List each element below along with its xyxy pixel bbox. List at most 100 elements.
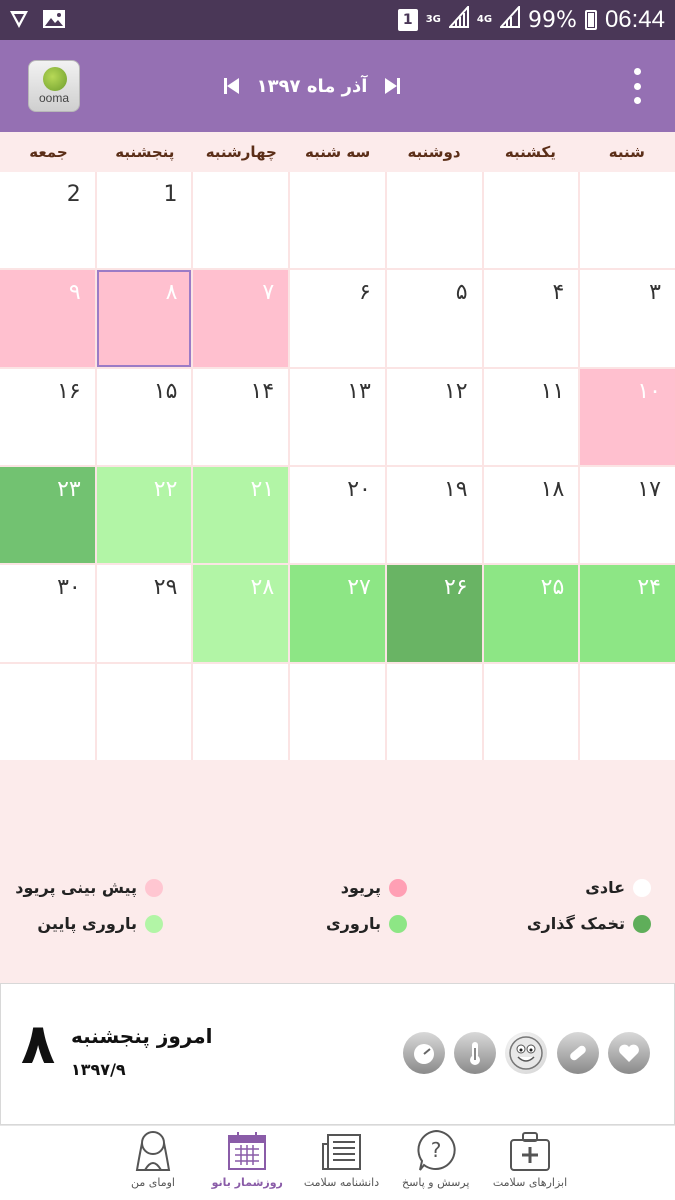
- calendar-day-cell[interactable]: ۴: [483, 270, 579, 367]
- status-bar: 1 3G 4G 99% 06:44: [0, 0, 675, 40]
- app-logo[interactable]: ooma: [28, 60, 80, 112]
- skip-next-icon[interactable]: [380, 75, 402, 97]
- bottom-navigation: ابزارهای سلامت ? پرسش و پاسخ دانشنامه سل…: [0, 1125, 675, 1200]
- nav-lady-calendar[interactable]: روزشمار بانو: [202, 1126, 292, 1200]
- calendar-day-cell[interactable]: ۷: [193, 270, 289, 367]
- weekday-saturday: شنبه: [608, 143, 645, 161]
- mood-face-icon[interactable]: [505, 1032, 547, 1074]
- calendar-day-cell[interactable]: ۱۹: [386, 467, 482, 564]
- calendar-day-cell[interactable]: ۸: [96, 270, 192, 367]
- vpn-icon: [8, 8, 30, 34]
- calendar-day-cell[interactable]: ۶: [290, 270, 385, 367]
- calendar-day-cell[interactable]: ۲۴: [580, 565, 675, 662]
- legend-label: عادی: [585, 878, 625, 897]
- legend-period: پریود: [341, 878, 407, 897]
- calendar-day-number: ۸: [165, 280, 178, 306]
- legend-low-fertility: باروری پایین: [37, 914, 163, 933]
- calendar-day-cell[interactable]: ۲۲: [96, 467, 192, 564]
- calendar-day-cell[interactable]: ۲۰: [290, 467, 385, 564]
- legend-dot-predicted: [145, 878, 163, 897]
- calendar-day-number: ۱۳: [347, 378, 371, 404]
- legend-label: تخمک گذاری: [526, 914, 625, 933]
- calendar-day-cell[interactable]: ۱۴: [193, 368, 289, 465]
- network-type-2: 4G: [476, 14, 493, 25]
- nav-health-tools[interactable]: ابزارهای سلامت: [485, 1126, 575, 1200]
- heart-icon[interactable]: [608, 1032, 650, 1074]
- calendar-day-number: ۱۷: [637, 477, 661, 502]
- calendar-day-cell[interactable]: ۲۷: [290, 565, 385, 662]
- calendar-day-cell[interactable]: ۱۲: [386, 368, 482, 465]
- calendar-day-number: ۱۲: [443, 378, 468, 404]
- nav-label: روزشمار بانو: [211, 1176, 283, 1189]
- legend-dot-ovulation: [633, 914, 651, 933]
- battery-percent: 99%: [528, 7, 577, 33]
- calendar-day-cell[interactable]: ۱۳: [290, 368, 385, 465]
- calendar-day-cell[interactable]: ۱۵: [96, 368, 192, 465]
- nav-my-ooma[interactable]: اومای من: [108, 1126, 198, 1200]
- weekday-sunday: یکشنبه: [504, 143, 556, 161]
- calendar-day-cell[interactable]: 1: [96, 172, 192, 269]
- pill-icon[interactable]: [557, 1032, 599, 1074]
- calendar-empty-cell: [96, 663, 192, 760]
- today-day-number: ۸: [21, 1012, 56, 1077]
- nav-health-encyclopedia[interactable]: دانشنامه سلامت: [297, 1126, 387, 1200]
- calendar-day-cell[interactable]: ۱۰: [580, 368, 675, 465]
- calendar-grid: 1 2 ۳ ۴ ۵ ۶ ۷ ۸ ۹ ۱۰ ۱۱ ۱۲ ۱۳ ۱۴ ۱۵ ۱۶ ۱۷ ۱۸ ۱۹ ۲۰ ۲۱ ۲۲ ۲۳ ۲۴ ۲…: [0, 172, 675, 760]
- calendar-day-cell[interactable]: 2: [0, 172, 95, 269]
- calendar-day-cell[interactable]: ۳: [580, 270, 675, 367]
- calendar-day-cell[interactable]: ۳۰: [0, 565, 95, 662]
- calendar-day-cell[interactable]: ۱۷: [580, 467, 675, 564]
- calendar-day-cell[interactable]: ۲۸: [193, 565, 289, 662]
- calendar-empty-cell: [386, 663, 482, 760]
- weight-scale-icon[interactable]: [403, 1032, 445, 1074]
- signal-icon-2: [498, 4, 521, 34]
- calendar-day-cell[interactable]: ۲۵: [483, 565, 579, 662]
- calendar-day-number: ۷: [262, 280, 275, 306]
- calendar-day-number: ۴: [552, 280, 565, 306]
- calendar-day-cell[interactable]: ۱۶: [0, 368, 95, 465]
- month-navigator: آذر ماه ۱۳۹۷: [222, 68, 402, 104]
- calendar-day-number: ۱۸: [540, 477, 565, 502]
- legend-normal: عادی: [585, 878, 651, 897]
- brand-name: ooma: [38, 91, 70, 105]
- calendar-day-number: ۲۹: [153, 575, 178, 601]
- nav-questions[interactable]: ? پرسش و پاسخ: [391, 1126, 481, 1200]
- weekday-wednesday: چهارشنبه: [205, 143, 277, 161]
- svg-text:?: ?: [430, 1138, 441, 1162]
- legend-label: پریود: [340, 878, 381, 897]
- calendar-day-cell[interactable]: ۲۱: [193, 467, 289, 564]
- calendar-day-number: 1: [163, 182, 178, 207]
- overflow-menu-icon[interactable]: [633, 68, 641, 104]
- legend-dot-low-fertility: [145, 914, 163, 933]
- legend-dot-period: [389, 878, 407, 897]
- calendar-day-number: ۱۱: [540, 378, 565, 404]
- calendar-icon: [226, 1126, 268, 1172]
- calendar-day-cell[interactable]: ۲۳: [0, 467, 95, 564]
- calendar-empty-cell: [483, 172, 579, 269]
- question-bubble-icon: ?: [414, 1126, 458, 1172]
- calendar-empty-cell: [580, 172, 675, 269]
- thermometer-icon[interactable]: [454, 1032, 496, 1074]
- calendar-empty-cell: [580, 663, 675, 760]
- calendar-day-number: ۲۶: [443, 575, 468, 601]
- signal-icon: [447, 4, 469, 34]
- nav-label: اومای من: [131, 1176, 175, 1189]
- skip-previous-icon[interactable]: [222, 75, 244, 97]
- calendar-day-cell[interactable]: ۱۸: [483, 467, 579, 564]
- calendar-day-cell[interactable]: ۹: [0, 270, 95, 367]
- weekday-tuesday: سه شنبه: [305, 143, 371, 161]
- calendar-empty-cell: [193, 172, 289, 269]
- gallery-icon: [42, 8, 66, 34]
- calendar-day-cell[interactable]: ۲۶: [386, 565, 482, 662]
- legend-dot-normal: [633, 878, 651, 897]
- calendar-day-number: ۳: [649, 280, 661, 306]
- calendar-day-cell[interactable]: ۲۹: [96, 565, 192, 662]
- calendar-day-cell[interactable]: ۵: [386, 270, 482, 367]
- weekday-thursday: پنجشنبه: [115, 143, 175, 161]
- today-card: ۸ امروز پنجشنبه ۱۳۹۷/۹: [0, 983, 675, 1125]
- medical-kit-icon: [508, 1126, 552, 1172]
- legend-label: باروری: [325, 914, 381, 933]
- calendar-empty-cell: [290, 663, 385, 760]
- calendar-day-cell[interactable]: ۱۱: [483, 368, 579, 465]
- today-date: ۱۳۹۷/۹: [71, 1060, 126, 1079]
